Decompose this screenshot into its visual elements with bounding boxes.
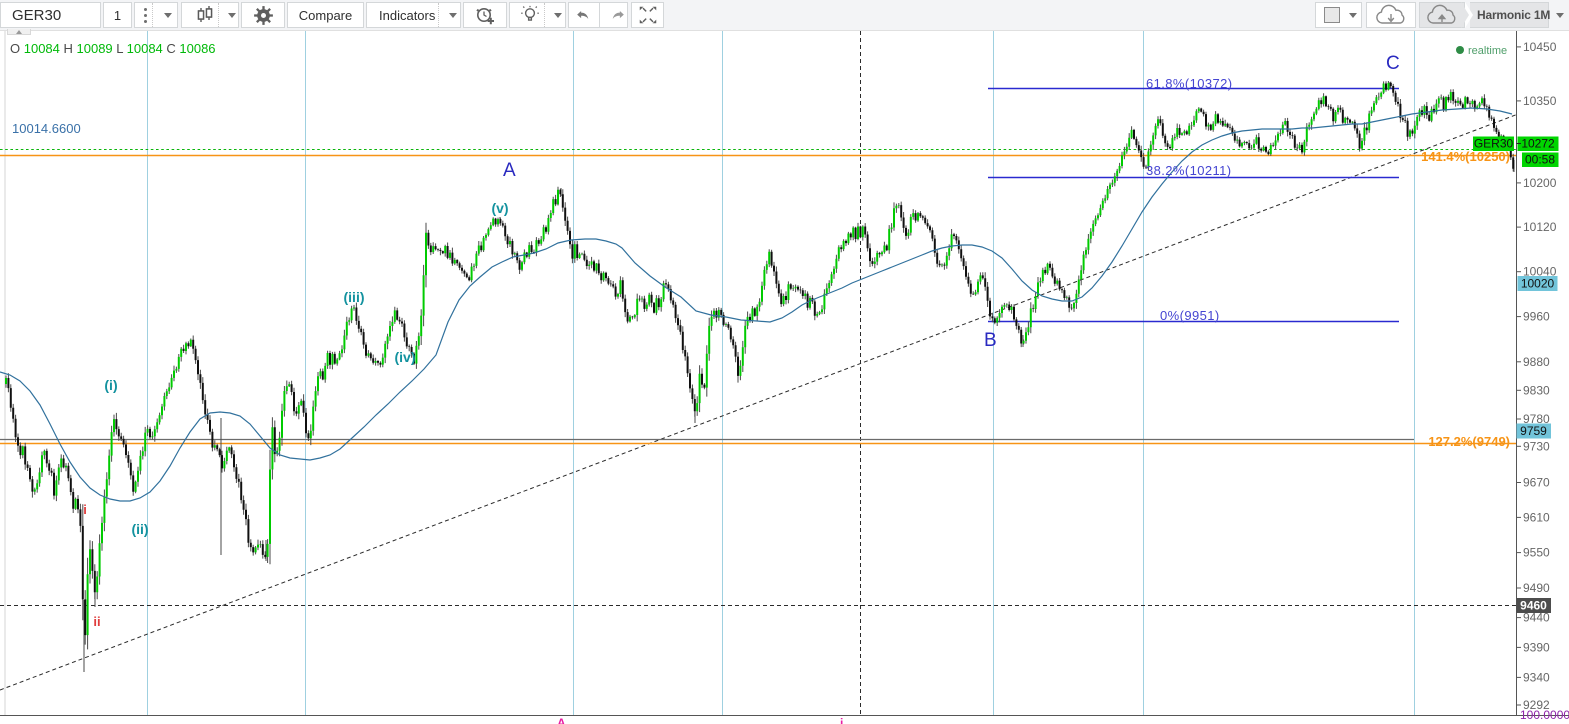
- svg-text:C: C: [1386, 53, 1400, 74]
- svg-text:(iv): (iv): [395, 349, 416, 365]
- svg-text:127.2%(9749): 127.2%(9749): [1428, 434, 1510, 449]
- svg-text:9460: 9460: [1520, 599, 1547, 613]
- svg-text:9610: 9610: [1523, 510, 1550, 524]
- svg-text:0%(9951): 0%(9951): [1160, 308, 1220, 323]
- svg-text:10350: 10350: [1523, 94, 1557, 108]
- svg-text:10120: 10120: [1523, 220, 1557, 234]
- svg-text:100.0000: 100.0000: [1520, 708, 1569, 722]
- svg-text:10272: 10272: [1521, 137, 1555, 151]
- svg-text:10020: 10020: [1521, 277, 1555, 291]
- svg-text:9390: 9390: [1523, 640, 1550, 654]
- svg-text:141.4%(10250): 141.4%(10250): [1421, 149, 1510, 164]
- svg-text:ii: ii: [93, 614, 100, 629]
- svg-text:9340: 9340: [1523, 670, 1550, 684]
- svg-text:A: A: [557, 716, 566, 724]
- svg-text:38.2%(10211): 38.2%(10211): [1146, 163, 1232, 178]
- svg-text:9830: 9830: [1523, 383, 1550, 397]
- svg-text:9960: 9960: [1523, 310, 1550, 324]
- svg-text:A: A: [503, 160, 516, 181]
- svg-text:O 10084 H 10089 L 10084 C 1008: O 10084 H 10089 L 10084 C 10086: [10, 41, 216, 56]
- svg-text:(i): (i): [104, 377, 117, 393]
- svg-text:i: i: [83, 502, 87, 517]
- svg-text:9730: 9730: [1523, 439, 1550, 453]
- svg-text:9880: 9880: [1523, 355, 1550, 369]
- svg-text:10450: 10450: [1523, 40, 1557, 54]
- svg-text:GER30: GER30: [1474, 137, 1514, 151]
- svg-text:B: B: [984, 330, 997, 351]
- svg-text:00:58: 00:58: [1525, 153, 1555, 167]
- svg-text:61.8%(10372): 61.8%(10372): [1146, 76, 1232, 91]
- svg-text:10200: 10200: [1523, 176, 1557, 190]
- svg-text:(ii): (ii): [131, 521, 148, 537]
- svg-text:10014.6600: 10014.6600: [12, 121, 81, 136]
- svg-text:(v): (v): [491, 200, 508, 216]
- svg-text:9759: 9759: [1520, 424, 1547, 438]
- svg-text:9670: 9670: [1523, 476, 1550, 490]
- svg-text:9550: 9550: [1523, 546, 1550, 560]
- svg-text:realtime: realtime: [1468, 45, 1507, 57]
- svg-text:i: i: [840, 716, 843, 724]
- svg-text:(iii): (iii): [344, 289, 365, 305]
- svg-text:9490: 9490: [1523, 581, 1550, 595]
